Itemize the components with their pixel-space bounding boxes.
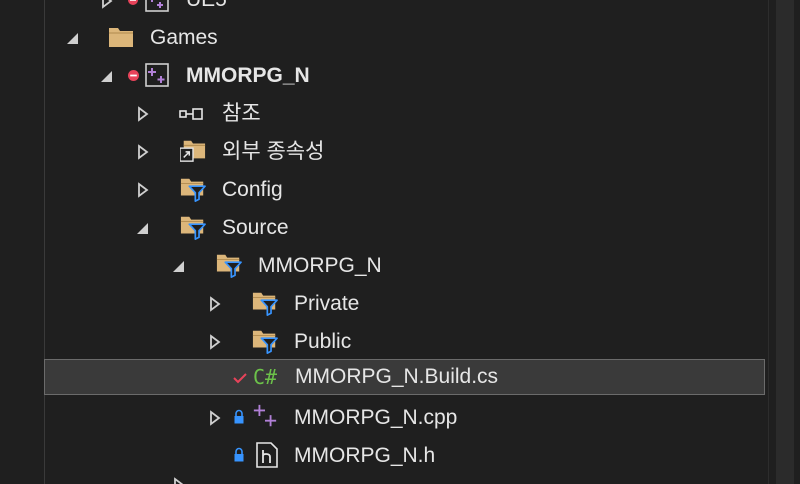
cpp-file-icon <box>253 404 277 427</box>
filter-folder-icon <box>180 178 206 202</box>
no-entry-icon <box>128 70 139 81</box>
chevron-right-icon[interactable] <box>136 182 150 198</box>
tree-item-source[interactable]: Source <box>44 209 765 247</box>
tree-item-label: Config <box>222 178 283 201</box>
tree-item-label: 참조 <box>222 102 261 125</box>
tree-item-label: MMORPG_N.cpp <box>294 406 458 429</box>
scrollbar-thumb[interactable] <box>776 0 794 484</box>
header-file-icon <box>256 442 278 468</box>
tree-item-ue5[interactable]: UE5 <box>44 0 765 19</box>
chevron-right-icon[interactable] <box>136 144 150 160</box>
chevron-right-icon[interactable] <box>136 106 150 122</box>
tree-item-label: MMORPG_N.h <box>294 444 436 467</box>
tree-item-label: Source <box>222 216 289 239</box>
vertical-scrollbar[interactable] <box>768 0 800 484</box>
chevron-right-icon[interactable] <box>208 296 222 312</box>
tree-item-build-cs[interactable]: C# MMORPG_N.Build.cs <box>44 359 765 395</box>
chevron-right-icon[interactable] <box>208 334 222 350</box>
tree-item-label: Private <box>294 292 360 315</box>
tree-item-external-dependencies[interactable]: 외부 종속성 <box>44 133 765 171</box>
tree-item-config[interactable]: Config <box>44 171 765 209</box>
cpp-project-icon <box>145 63 169 87</box>
tree-item-cpp[interactable]: MMORPG_N.cpp <box>44 399 765 437</box>
chevron-expanded-icon[interactable] <box>66 30 80 46</box>
tree-item-mmorpg-project[interactable]: MMORPG_N <box>44 57 765 95</box>
chevron-right-icon[interactable] <box>100 0 114 9</box>
csharp-file-icon: C# <box>253 365 278 389</box>
tree-item-label: MMORPG_N <box>258 254 382 277</box>
tree-item-references[interactable]: 참조 <box>44 95 765 133</box>
chevron-expanded-icon[interactable] <box>136 220 150 236</box>
no-entry-icon <box>128 0 138 5</box>
filter-folder-icon <box>180 216 206 240</box>
tree-item-header[interactable]: MMORPG_N.h <box>44 437 765 475</box>
tree-item-public[interactable]: Public <box>44 323 765 361</box>
tree-item-label: Games <box>150 26 218 49</box>
chevron-right-icon[interactable] <box>208 410 222 426</box>
lock-icon <box>234 409 244 424</box>
tree-item-label: MMORPG_N.Build.cs <box>295 365 499 388</box>
tree-item-private[interactable]: Private <box>44 285 765 323</box>
tree-item-label: 외부 종속성 <box>222 140 325 163</box>
tree-item-label: Public <box>294 330 352 353</box>
tree-item-label: UE5 <box>186 0 227 19</box>
filter-folder-icon <box>252 330 278 354</box>
solution-explorer-tree: UE5 Games MMORPG_N 참조 외부 종속성 Config Sour… <box>0 0 800 484</box>
tree-item-games[interactable]: Games <box>44 19 765 57</box>
filter-folder-icon <box>252 292 278 316</box>
chevron-right-icon[interactable] <box>172 477 186 484</box>
chevron-expanded-icon[interactable] <box>172 258 186 274</box>
references-icon <box>179 108 203 120</box>
filter-folder-icon <box>216 254 242 278</box>
checkmark-icon <box>233 373 247 384</box>
external-folder-icon <box>180 140 206 162</box>
tree-item-partial[interactable] <box>44 475 765 484</box>
chevron-expanded-icon[interactable] <box>100 68 114 84</box>
tree-item-label: MMORPG_N <box>186 64 310 87</box>
folder-icon <box>109 28 133 47</box>
folder-icon <box>216 480 242 484</box>
lock-icon <box>234 447 244 462</box>
cpp-project-icon <box>145 0 169 12</box>
tree-item-mmorpg-folder[interactable]: MMORPG_N <box>44 247 765 285</box>
